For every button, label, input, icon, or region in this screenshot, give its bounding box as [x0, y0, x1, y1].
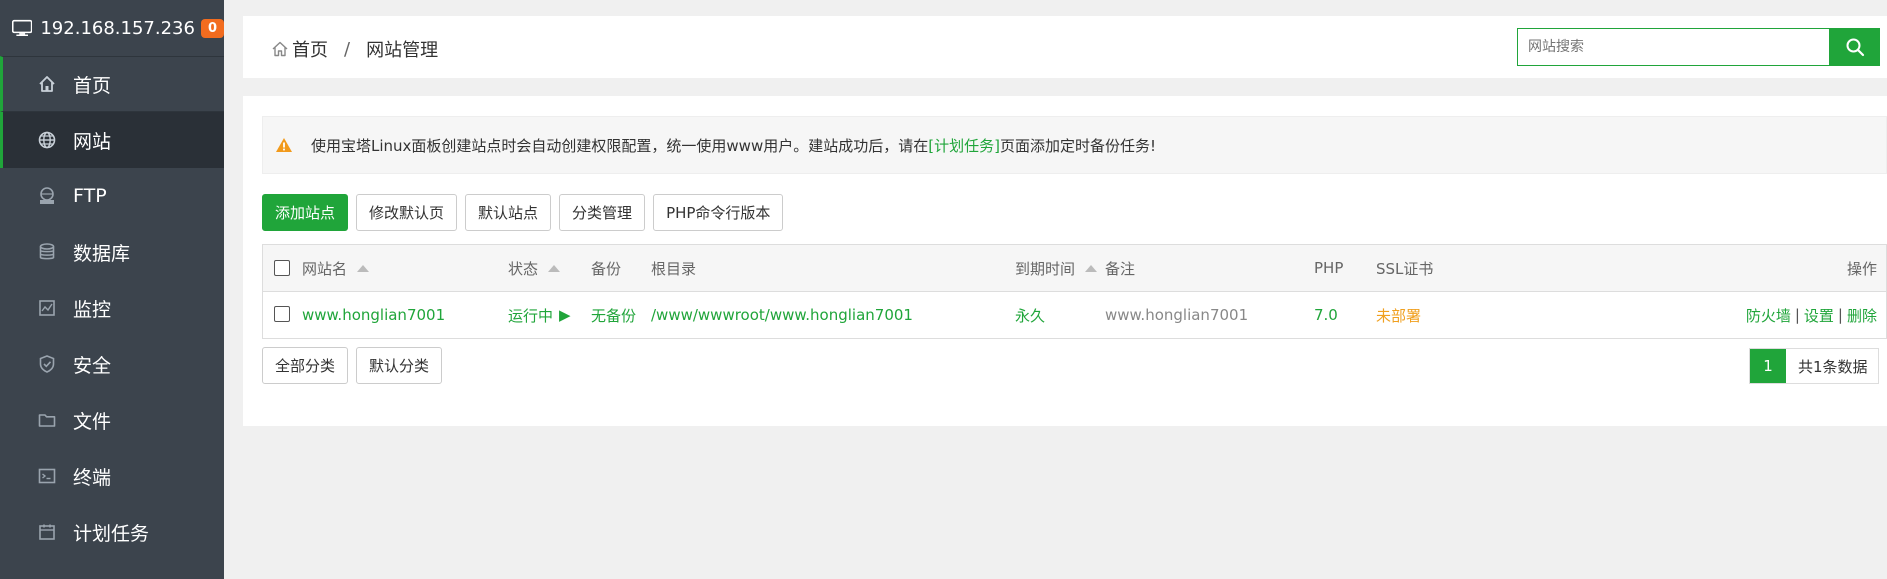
- remark-field[interactable]: www.honglian7001: [1105, 292, 1248, 338]
- delete-link[interactable]: 删除: [1847, 305, 1877, 326]
- server-ip: 192.168.157.236: [40, 17, 195, 39]
- sites-table: 网站名 状态 备份 根目录 到期时间 备注 PHP SSL证书 操作 www.h…: [262, 244, 1887, 339]
- main-panel: 使用宝塔Linux面板创建站点时会自动创建权限配置，统一使用www用户。建站成功…: [243, 96, 1887, 426]
- category-manage-button[interactable]: 分类管理: [559, 194, 646, 231]
- sidebar-item-home[interactable]: 首页: [0, 56, 224, 112]
- warning-icon: [276, 138, 292, 152]
- globe-icon: [37, 130, 57, 150]
- monitor-icon: [37, 298, 57, 318]
- sidebar-item-monitor[interactable]: 监控: [0, 280, 224, 336]
- page-1-button[interactable]: 1: [1750, 349, 1786, 383]
- notification-badge[interactable]: 0: [200, 18, 224, 38]
- database-icon: [37, 242, 57, 262]
- top-bar: 首页 / 网站管理: [243, 16, 1887, 78]
- col-ops: 操作: [1846, 259, 1877, 278]
- sidebar-item-label: 安全: [73, 354, 112, 377]
- php-cli-version-button[interactable]: PHP命令行版本: [653, 194, 784, 231]
- shield-icon: [37, 354, 57, 374]
- table-header: 网站名 状态 备份 根目录 到期时间 备注 PHP SSL证书 操作: [263, 245, 1886, 292]
- add-site-button[interactable]: 添加站点: [262, 194, 349, 231]
- sidebar-item-label: 数据库: [73, 242, 131, 265]
- sort-up-icon[interactable]: [1085, 264, 1098, 272]
- select-all-checkbox[interactable]: [274, 260, 290, 276]
- breadcrumb: 首页 / 网站管理: [271, 36, 438, 62]
- sidebar: 192.168.157.236 0 首页 网站 FTP 数据库 监控 安全 文件…: [0, 0, 224, 579]
- col-remark: 备注: [1105, 259, 1136, 278]
- col-status[interactable]: 状态: [508, 245, 561, 291]
- php-version-link[interactable]: 7.0: [1314, 292, 1338, 338]
- total-count: 共1条数据: [1786, 349, 1878, 383]
- default-site-button[interactable]: 默认站点: [465, 194, 552, 231]
- edit-default-page-button[interactable]: 修改默认页: [356, 194, 458, 231]
- sidebar-item-label: 文件: [73, 410, 112, 433]
- computer-icon: [12, 19, 33, 36]
- firewall-link[interactable]: 防火墙: [1746, 305, 1791, 326]
- sidebar-item-label: 计划任务: [73, 522, 150, 545]
- ftp-icon: [37, 186, 57, 206]
- col-name[interactable]: 网站名: [302, 245, 370, 291]
- site-search-input[interactable]: [1517, 28, 1830, 66]
- cron-task-link[interactable]: [计划任务]: [928, 135, 1000, 156]
- sort-up-icon[interactable]: [548, 264, 561, 272]
- sidebar-item-website[interactable]: 网站: [0, 112, 224, 168]
- search-icon: [1846, 38, 1865, 57]
- sidebar-item-label: 终端: [73, 466, 112, 489]
- status-running[interactable]: 运行中 ▶: [508, 292, 571, 338]
- sidebar-item-database[interactable]: 数据库: [0, 224, 224, 280]
- folder-icon: [37, 410, 57, 430]
- settings-link[interactable]: 设置: [1804, 305, 1834, 326]
- sidebar-item-ftp[interactable]: FTP: [0, 168, 224, 224]
- play-icon: ▶: [559, 306, 571, 324]
- row-checkbox[interactable]: [274, 306, 290, 322]
- home-icon: [272, 41, 288, 57]
- col-expire[interactable]: 到期时间: [1015, 245, 1098, 291]
- sidebar-item-terminal[interactable]: 终端: [0, 448, 224, 504]
- ssl-status-link[interactable]: 未部署: [1376, 292, 1421, 338]
- breadcrumb-home[interactable]: 首页: [292, 36, 328, 62]
- notice-text-after: 页面添加定时备份任务!: [999, 136, 1156, 155]
- server-header: 192.168.157.236 0: [0, 0, 224, 56]
- col-backup: 备份: [591, 259, 622, 278]
- breadcrumb-separator: /: [344, 38, 351, 60]
- sidebar-item-label: 首页: [73, 74, 112, 97]
- expire-link[interactable]: 永久: [1015, 292, 1045, 338]
- terminal-icon: [37, 466, 57, 486]
- col-root: 根目录: [651, 259, 697, 278]
- sidebar-item-files[interactable]: 文件: [0, 392, 224, 448]
- toolbar: 添加站点 修改默认页 默认站点 分类管理 PHP命令行版本: [262, 194, 784, 231]
- sidebar-item-label: FTP: [73, 185, 107, 207]
- all-categories-button[interactable]: 全部分类: [262, 347, 349, 384]
- col-ssl: SSL证书: [1376, 259, 1434, 278]
- category-filter: 全部分类 默认分类: [262, 347, 443, 384]
- row-actions: 防火墙 | 设置 | 删除: [1745, 305, 1877, 326]
- table-row: www.honglian7001 运行中 ▶ 无备份 /www/wwwroot/w…: [263, 292, 1886, 338]
- site-name-link[interactable]: www.honglian7001: [302, 292, 445, 338]
- home-icon: [37, 74, 57, 94]
- sidebar-item-label: 网站: [73, 130, 112, 153]
- sidebar-item-label: 监控: [73, 298, 112, 321]
- backup-link[interactable]: 无备份: [591, 292, 636, 338]
- calendar-icon: [37, 522, 57, 542]
- sidebar-item-cron[interactable]: 计划任务: [0, 504, 224, 560]
- breadcrumb-current: 网站管理: [366, 40, 439, 61]
- notice-banner: 使用宝塔Linux面板创建站点时会自动创建权限配置，统一使用www用户。建站成功…: [262, 116, 1887, 174]
- sort-up-icon[interactable]: [357, 264, 370, 272]
- notice-text: 使用宝塔Linux面板创建站点时会自动创建权限配置，统一使用www用户。建站成功…: [311, 136, 929, 155]
- pagination: 1 共1条数据: [1749, 348, 1879, 384]
- default-category-button[interactable]: 默认分类: [356, 347, 443, 384]
- col-php: PHP: [1314, 259, 1344, 277]
- search-button[interactable]: [1830, 28, 1880, 66]
- sidebar-item-security[interactable]: 安全: [0, 336, 224, 392]
- root-dir-link[interactable]: /www/wwwroot/www.honglian7001: [651, 292, 913, 338]
